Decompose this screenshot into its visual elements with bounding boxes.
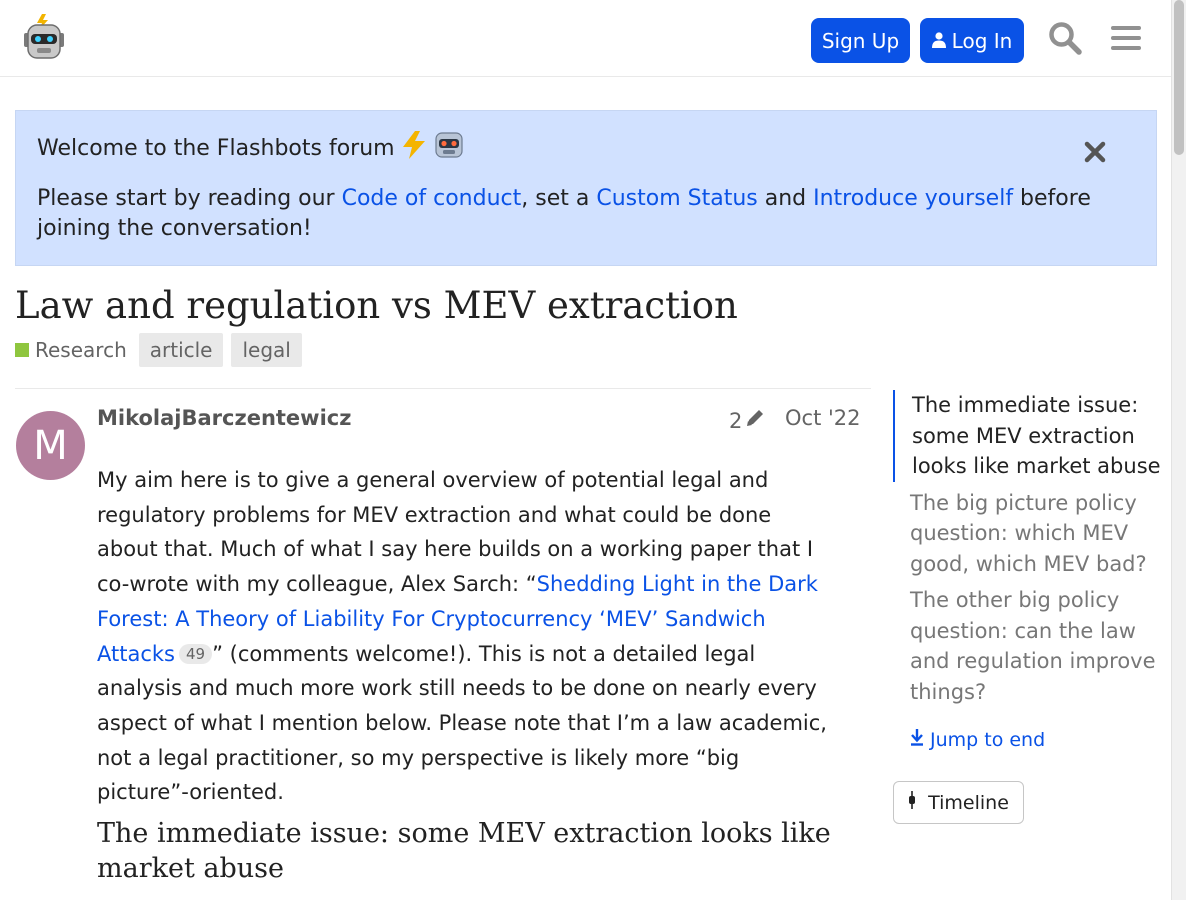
avatar-letter: M bbox=[33, 422, 68, 469]
banner-text-part: and bbox=[757, 186, 814, 211]
site-header: Sign Up Log In bbox=[0, 0, 1171, 77]
banner-title: Welcome to the Flashbots forum bbox=[37, 131, 465, 165]
custom-status-link[interactable]: Custom Status bbox=[596, 186, 757, 211]
topic-title[interactable]: Law and regulation vs MEV extraction bbox=[15, 284, 738, 327]
banner-message: Please start by reading our Code of cond… bbox=[37, 184, 1137, 244]
pencil-icon bbox=[745, 408, 765, 433]
timeline-label: Timeline bbox=[928, 791, 1009, 814]
welcome-banner: Welcome to the Flashbots forum Please st… bbox=[15, 110, 1157, 266]
tag-legal[interactable]: legal bbox=[231, 333, 302, 367]
toc-item-big-picture[interactable]: The big picture policy question: which M… bbox=[893, 488, 1161, 580]
log-in-button[interactable]: Log In bbox=[920, 18, 1024, 63]
topic-category-tags: Research article legal bbox=[15, 333, 302, 367]
page-scrollbar[interactable] bbox=[1171, 0, 1186, 900]
download-arrow-icon bbox=[910, 728, 924, 751]
user-icon bbox=[931, 29, 946, 53]
timeline-icon bbox=[908, 791, 916, 814]
timeline-button[interactable]: Timeline bbox=[893, 781, 1024, 824]
lightning-icon bbox=[401, 131, 427, 165]
close-icon[interactable] bbox=[1084, 141, 1108, 165]
tag-article[interactable]: article bbox=[138, 333, 224, 367]
post-section-heading: The immediate issue: some MEV extraction… bbox=[97, 818, 831, 884]
post-text: ” (comments welcome!). This is not a det… bbox=[97, 641, 827, 805]
post-username[interactable]: MikolajBarczentewicz bbox=[97, 406, 351, 430]
topic-divider bbox=[15, 388, 871, 389]
avatar[interactable]: M bbox=[16, 411, 85, 480]
log-in-label: Log In bbox=[951, 28, 1013, 53]
category-name: Research bbox=[35, 338, 127, 362]
post-edit-history[interactable]: 2 bbox=[729, 408, 765, 433]
toc-item-immediate-issue[interactable]: The immediate issue: some MEV extraction… bbox=[893, 390, 1161, 482]
hamburger-menu-icon[interactable] bbox=[1108, 20, 1144, 56]
category-badge[interactable]: Research bbox=[15, 338, 127, 362]
topic-toc: The immediate issue: some MEV extraction… bbox=[893, 390, 1161, 713]
category-swatch bbox=[15, 343, 29, 357]
scrollbar-thumb[interactable] bbox=[1174, 0, 1184, 155]
edit-count: 2 bbox=[729, 408, 743, 433]
code-of-conduct-link[interactable]: Code of conduct bbox=[342, 186, 522, 211]
post-body: My aim here is to give a general overvie… bbox=[97, 463, 837, 810]
flashbots-robot-logo[interactable] bbox=[22, 13, 66, 61]
toc-item-other-policy[interactable]: The other big policy question: can the l… bbox=[893, 585, 1161, 707]
jump-to-end-link[interactable]: Jump to end bbox=[910, 728, 1045, 751]
robot-icon bbox=[433, 131, 465, 165]
banner-text-part: Please start by reading our bbox=[37, 186, 342, 211]
sign-up-button[interactable]: Sign Up bbox=[811, 18, 910, 63]
link-click-count: 49 bbox=[178, 643, 213, 664]
banner-title-text: Welcome to the Flashbots forum bbox=[37, 135, 395, 161]
introduce-yourself-link[interactable]: Introduce yourself bbox=[813, 186, 1013, 211]
jump-to-end-label: Jump to end bbox=[930, 728, 1046, 751]
banner-text-part: , set a bbox=[521, 186, 597, 211]
search-icon[interactable] bbox=[1047, 20, 1083, 56]
post-date[interactable]: Oct '22 bbox=[785, 406, 860, 430]
